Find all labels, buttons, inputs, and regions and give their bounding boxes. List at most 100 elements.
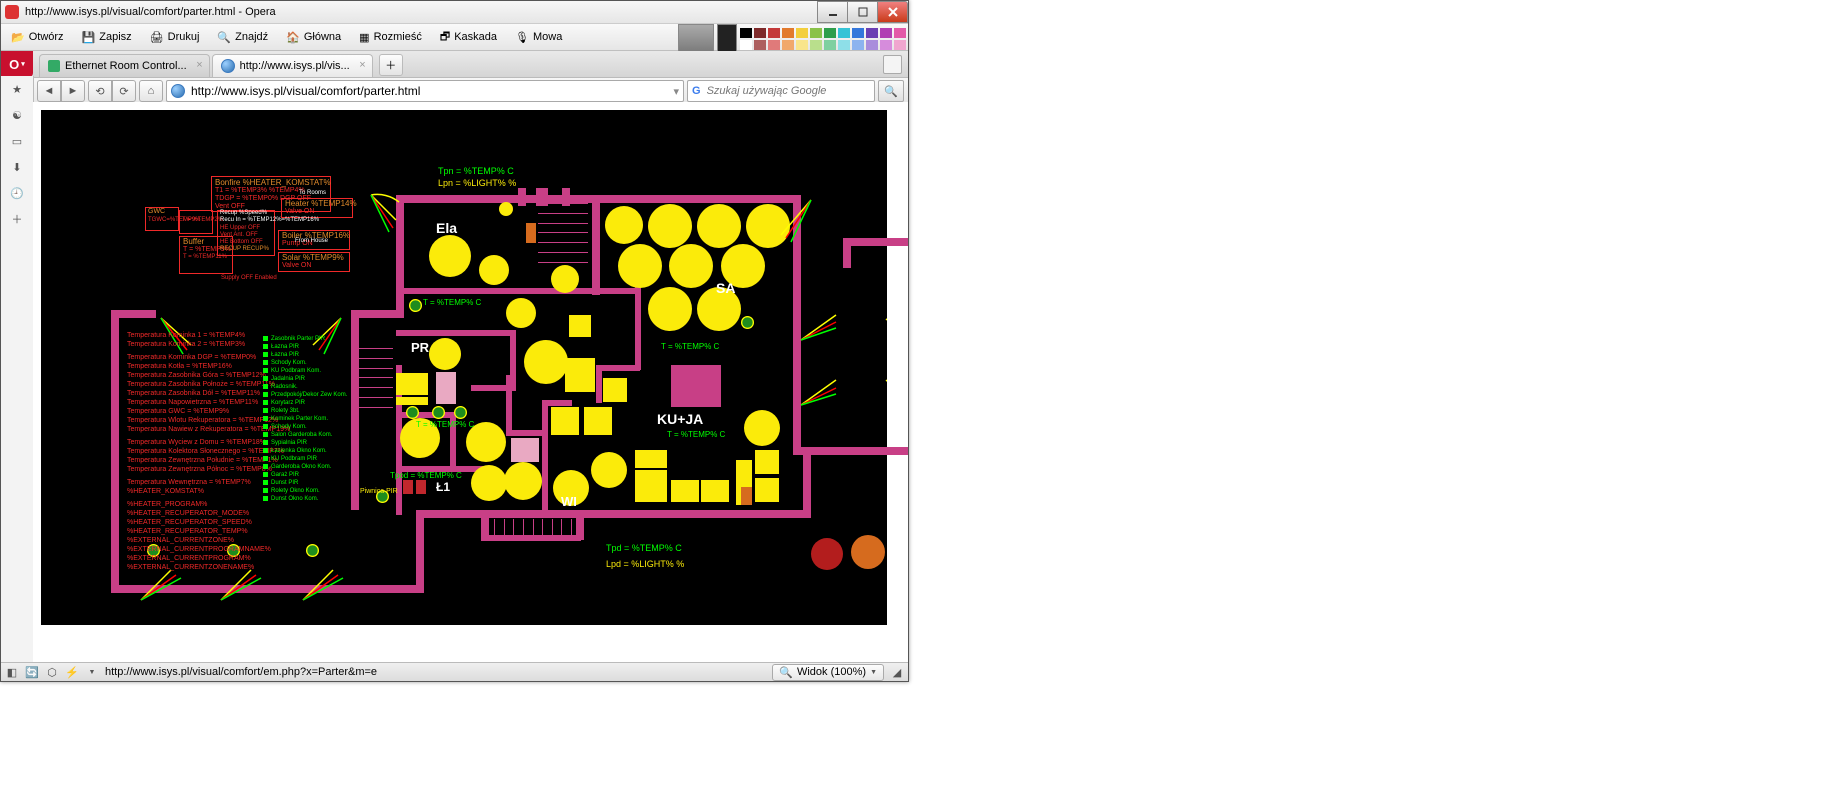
- light[interactable]: [479, 255, 509, 285]
- search-field[interactable]: G: [687, 80, 875, 102]
- light[interactable]: [524, 340, 568, 384]
- swatch[interactable]: [740, 40, 752, 50]
- swatch[interactable]: [880, 40, 892, 50]
- widgets-icon[interactable]: ☯: [8, 106, 26, 124]
- pir-sensor[interactable]: [306, 544, 319, 557]
- downloads-icon[interactable]: ⬇: [8, 158, 26, 176]
- zoom-box[interactable]: 🔍 Widok (100%) ▼: [772, 664, 884, 681]
- find-button[interactable]: 🔍Znajdź: [213, 29, 272, 46]
- light-square[interactable]: [396, 397, 412, 405]
- swatch[interactable]: [768, 28, 780, 38]
- pir-sensor[interactable]: [409, 299, 422, 312]
- panel-toggle-icon[interactable]: ◧: [5, 665, 19, 679]
- light[interactable]: [746, 204, 790, 248]
- rewind-button[interactable]: ⟲: [88, 80, 112, 102]
- light[interactable]: [429, 338, 461, 370]
- print-button[interactable]: 🖨Drukuj: [146, 29, 204, 46]
- add-panel-icon[interactable]: ＋: [8, 210, 26, 228]
- light-square[interactable]: [671, 480, 699, 502]
- light-square[interactable]: [603, 378, 627, 402]
- light-square[interactable]: [412, 397, 428, 405]
- light-square[interactable]: [569, 315, 591, 337]
- light[interactable]: [669, 244, 713, 288]
- light-square[interactable]: [701, 480, 729, 502]
- page-viewport[interactable]: Ela PR SA KU+JA WI Ł1 Tpn = %TEMP% C Lpn…: [33, 102, 908, 663]
- url-field[interactable]: ▾: [166, 80, 684, 102]
- swatch[interactable]: [796, 40, 808, 50]
- light-square[interactable]: [396, 373, 412, 395]
- fireplace[interactable]: [671, 365, 721, 407]
- home-button[interactable]: 🏠Główna: [282, 29, 345, 46]
- swatch[interactable]: [796, 28, 808, 38]
- tab-ethernet[interactable]: Ethernet Room Control... ×: [39, 54, 210, 77]
- search-go-button[interactable]: 🔍: [878, 80, 904, 102]
- resize-grip-icon[interactable]: ◢: [890, 665, 904, 679]
- light-square[interactable]: [551, 407, 579, 435]
- swatch[interactable]: [894, 28, 906, 38]
- new-tab-button[interactable]: ＋: [379, 54, 403, 76]
- sync-icon[interactable]: 🔄: [25, 665, 39, 679]
- swatch[interactable]: [810, 40, 822, 50]
- light[interactable]: [697, 204, 741, 248]
- bookmarks-icon[interactable]: ★: [8, 80, 26, 98]
- address-home-button[interactable]: ⌂: [139, 80, 163, 102]
- maximize-button[interactable]: [847, 1, 878, 23]
- cascade-button[interactable]: 🗗Kaskada: [436, 26, 501, 49]
- swatch[interactable]: [810, 28, 822, 38]
- panel-solar[interactable]: Solar %TEMP9% Valve ON: [278, 252, 350, 272]
- swatch[interactable]: [782, 28, 794, 38]
- search-input[interactable]: [705, 84, 870, 98]
- turbo-icon[interactable]: ⚡: [65, 665, 79, 679]
- panel-gwc[interactable]: GWC TGWC=%TEMP9%: [145, 207, 179, 231]
- speech-button[interactable]: 🎙Mowa: [511, 29, 566, 46]
- swatch[interactable]: [782, 40, 794, 50]
- swatch[interactable]: [754, 40, 766, 50]
- light[interactable]: [551, 265, 579, 293]
- swatch[interactable]: [838, 40, 850, 50]
- swatch[interactable]: [754, 28, 766, 38]
- tab-isys[interactable]: http://www.isys.pl/vis... ×: [212, 54, 373, 77]
- dropdown-icon[interactable]: ▼: [85, 665, 99, 679]
- pir-sensor[interactable]: [454, 406, 467, 419]
- light-square[interactable]: [755, 450, 779, 474]
- large-swatch[interactable]: [678, 24, 714, 55]
- swatch[interactable]: [824, 40, 836, 50]
- swatch[interactable]: [852, 28, 864, 38]
- light[interactable]: [471, 465, 507, 501]
- pir-sensor[interactable]: [741, 316, 754, 329]
- save-button[interactable]: 💾Zapisz: [78, 29, 136, 46]
- swatch[interactable]: [824, 28, 836, 38]
- unite-icon[interactable]: ⬡: [45, 665, 59, 679]
- reload-button[interactable]: ⟳: [112, 80, 136, 102]
- light-square[interactable]: [565, 358, 595, 392]
- light[interactable]: [605, 206, 643, 244]
- back-button[interactable]: ◄: [37, 80, 61, 102]
- panel-toggle-button[interactable]: [883, 55, 902, 74]
- opera-menu-button[interactable]: O▾: [1, 51, 33, 77]
- swatch[interactable]: [866, 40, 878, 50]
- light[interactable]: [744, 410, 780, 446]
- panel-heater[interactable]: Heater %TEMP14% Valve ON: [281, 198, 353, 218]
- light[interactable]: [618, 244, 662, 288]
- panel-t2[interactable]: T = %TEMP2%: [179, 210, 213, 234]
- light-square[interactable]: [755, 478, 779, 502]
- swatch[interactable]: [894, 40, 906, 50]
- light[interactable]: [499, 202, 513, 216]
- light-square[interactable]: [584, 407, 612, 435]
- url-input[interactable]: [189, 83, 669, 99]
- pir-sensor[interactable]: [406, 406, 419, 419]
- swatch[interactable]: [838, 28, 850, 38]
- close-button[interactable]: [877, 1, 908, 23]
- swatch[interactable]: [880, 28, 892, 38]
- light[interactable]: [504, 462, 542, 500]
- light[interactable]: [591, 452, 627, 488]
- dropdown-icon[interactable]: ▾: [673, 85, 679, 98]
- light-square[interactable]: [635, 450, 667, 468]
- minimize-button[interactable]: [817, 1, 848, 23]
- panel-recup[interactable]: Recup %Speed% Recu In = %TEMP12%=%TEMP16…: [217, 210, 275, 256]
- swatch[interactable]: [740, 28, 752, 38]
- light[interactable]: [506, 298, 536, 328]
- swatch-black[interactable]: [717, 24, 737, 55]
- swatch[interactable]: [852, 40, 864, 50]
- light[interactable]: [648, 204, 692, 248]
